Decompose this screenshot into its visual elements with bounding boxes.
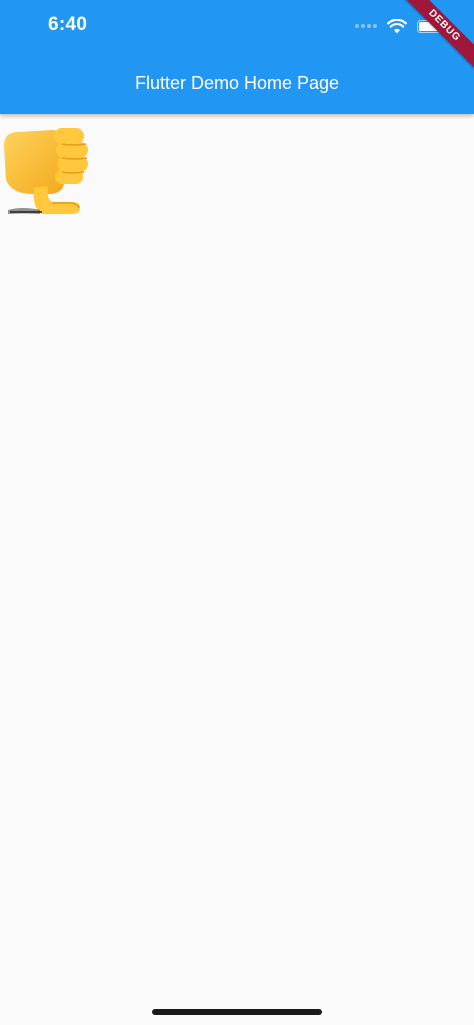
status-time: 6:40 (48, 14, 88, 35)
home-indicator[interactable] (152, 1009, 322, 1015)
cellular-dots-icon (355, 24, 377, 28)
page-title: Flutter Demo Home Page (134, 73, 340, 93)
thumbs-down-icon (4, 128, 88, 214)
wifi-icon (387, 18, 407, 33)
app-bar: 6:40 Flutter Demo Home Page DEBUG (0, 0, 474, 114)
debug-banner: DEBUG (395, 0, 474, 75)
